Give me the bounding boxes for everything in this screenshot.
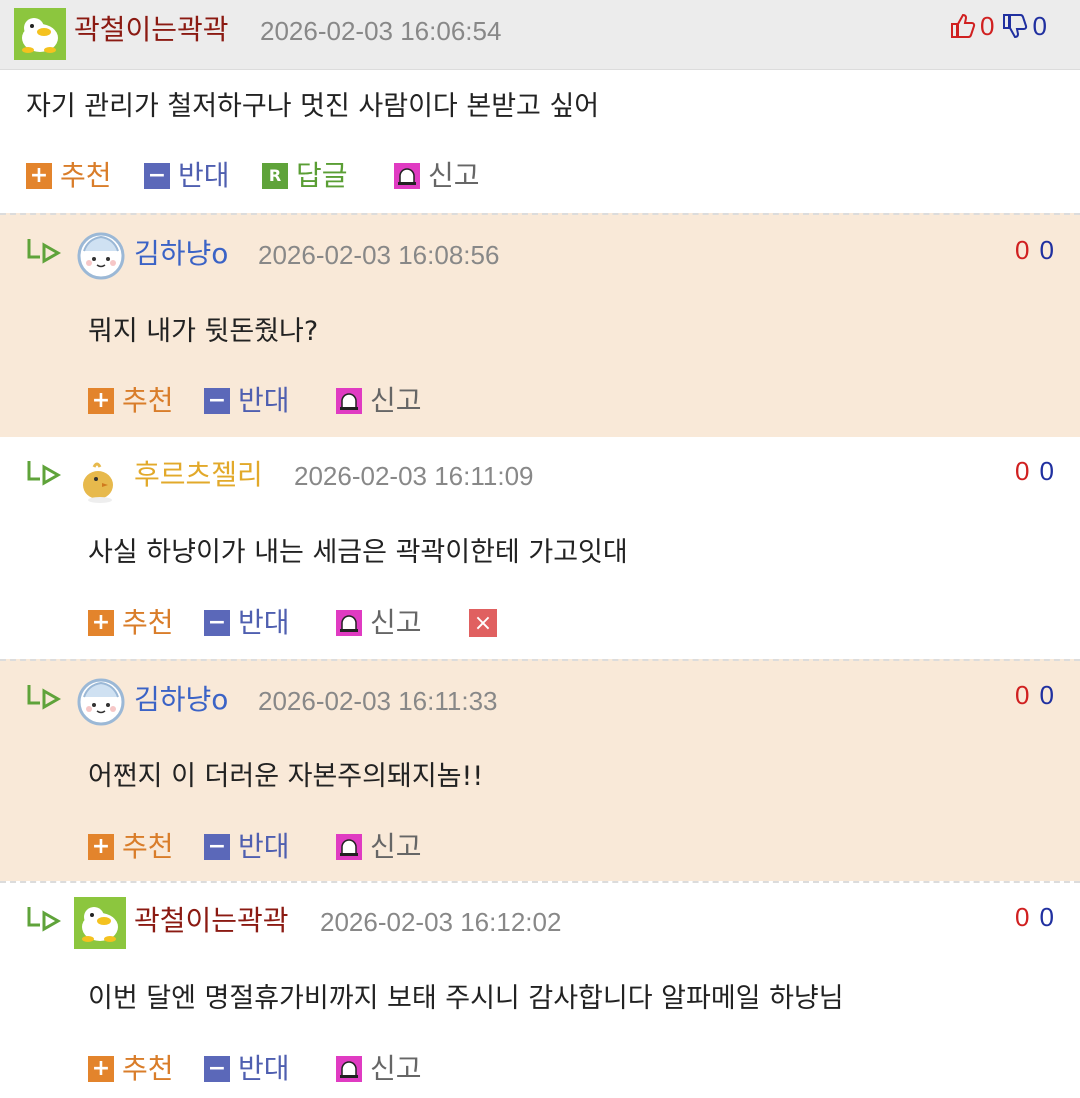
comment-4-votes: 00 bbox=[1015, 680, 1054, 710]
comment-2-date: 2026-02-03 16:08:56 bbox=[258, 240, 500, 270]
report-button[interactable]: 신고 bbox=[336, 827, 422, 867]
report-button[interactable]: 신고 bbox=[336, 603, 422, 643]
oppose-button[interactable]: − 반대 bbox=[204, 827, 290, 867]
siren-icon bbox=[336, 834, 362, 860]
plus-icon: + bbox=[26, 163, 52, 189]
siren-icon bbox=[336, 610, 362, 636]
siren-icon bbox=[394, 163, 420, 189]
comment-1-up-count: 0 bbox=[980, 11, 995, 41]
recommend-button[interactable]: + 추천 bbox=[88, 381, 174, 421]
comment-2-votes: 00 bbox=[1015, 235, 1054, 265]
oppose-button[interactable]: − 반대 bbox=[144, 156, 230, 196]
comment-3-votes: 00 bbox=[1015, 456, 1054, 486]
reply-arrow-icon bbox=[27, 685, 62, 710]
plus-icon: + bbox=[88, 610, 114, 636]
recommend-button[interactable]: + 추천 bbox=[88, 1049, 174, 1089]
cloud-face-avatar-icon[interactable] bbox=[76, 231, 126, 281]
siren-icon bbox=[336, 1056, 362, 1082]
recommend-button[interactable]: + 추천 bbox=[26, 156, 112, 196]
duck-avatar-icon[interactable] bbox=[74, 897, 126, 949]
minus-icon: − bbox=[144, 163, 170, 189]
comment-5-nickname[interactable]: 곽철이는곽곽 bbox=[134, 903, 289, 939]
chick-avatar-icon[interactable] bbox=[76, 455, 126, 505]
reply-comment: 곽철이는곽곽 2026-02-03 16:12:02 00 이번 달엔 명절휴가… bbox=[0, 881, 1080, 1098]
reply-icon: R bbox=[262, 163, 288, 189]
siren-icon bbox=[336, 388, 362, 414]
comment-4-body: 어쩐지 이 더러운 자본주의돼지놈!! bbox=[88, 761, 484, 792]
reply-arrow-icon bbox=[27, 239, 62, 264]
minus-icon: − bbox=[204, 610, 230, 636]
minus-icon: − bbox=[204, 388, 230, 414]
comment-2-nickname[interactable]: 김하냥o bbox=[134, 236, 228, 272]
minus-icon: − bbox=[204, 1056, 230, 1082]
minus-icon: − bbox=[204, 834, 230, 860]
comment-3-nickname[interactable]: 후르츠젤리 bbox=[134, 457, 263, 493]
cloud-face-avatar-icon[interactable] bbox=[76, 677, 126, 727]
reply-button[interactable]: R 답글 bbox=[262, 156, 348, 196]
comment-5-votes: 00 bbox=[1015, 902, 1054, 932]
comment-2-body: 뭐지 내가 뒷돈줬나? bbox=[88, 316, 319, 347]
report-button[interactable]: 신고 bbox=[394, 156, 480, 196]
comment-1-votes: 0 0 bbox=[948, 8, 1047, 44]
thumbs-down-icon[interactable] bbox=[1000, 12, 1028, 40]
comment-3-body: 사실 하냥이가 내는 세금은 곽곽이한테 가고잇대 bbox=[88, 537, 628, 568]
report-button[interactable]: 신고 bbox=[336, 381, 422, 421]
comment-4-nickname[interactable]: 김하냥o bbox=[134, 682, 228, 718]
comment-4-actions: + 추천 − 반대 신고 bbox=[88, 827, 508, 867]
comment-1-actions: + 추천 − 반대 R 답글 신고 bbox=[26, 156, 626, 196]
comment-3-date: 2026-02-03 16:11:09 bbox=[294, 461, 534, 491]
comment-5-actions: + 추천 − 반대 신고 bbox=[88, 1049, 508, 1089]
delete-button[interactable]: × bbox=[469, 609, 497, 637]
comment-3-actions: + 추천 − 반대 신고 × bbox=[88, 603, 528, 643]
comment-1-down-count: 0 bbox=[1032, 11, 1047, 41]
comment-1-date: 2026-02-03 16:06:54 bbox=[260, 16, 502, 46]
oppose-button[interactable]: − 반대 bbox=[204, 381, 290, 421]
reply-comment: 김하냥o 2026-02-03 16:08:56 00 뭐지 내가 뒷돈줬나? … bbox=[0, 213, 1080, 437]
reply-comment: 후르츠젤리 2026-02-03 16:11:09 00 사실 하냥이가 내는 … bbox=[0, 437, 1080, 659]
recommend-button[interactable]: + 추천 bbox=[88, 603, 174, 643]
plus-icon: + bbox=[88, 388, 114, 414]
comment-1-nickname[interactable]: 곽철이는곽곽 bbox=[74, 12, 229, 48]
comment-4-date: 2026-02-03 16:11:33 bbox=[258, 686, 498, 716]
plus-icon: + bbox=[88, 1056, 114, 1082]
oppose-button[interactable]: − 반대 bbox=[204, 603, 290, 643]
comment-2-actions: + 추천 − 반대 신고 bbox=[88, 381, 508, 421]
report-button[interactable]: 신고 bbox=[336, 1049, 422, 1089]
comment-1-body: 자기 관리가 철저하구나 멋진 사람이다 본받고 싶어 bbox=[26, 91, 600, 122]
comment-5-body: 이번 달엔 명절휴가비까지 보태 주시니 감사합니다 알파메일 하냥님 bbox=[88, 983, 844, 1014]
reply-arrow-icon bbox=[27, 461, 62, 486]
comment-5-date: 2026-02-03 16:12:02 bbox=[320, 907, 562, 937]
reply-arrow-icon bbox=[27, 907, 62, 932]
thumbs-up-icon[interactable] bbox=[948, 12, 976, 40]
duck-avatar-icon[interactable] bbox=[14, 8, 66, 60]
oppose-button[interactable]: − 반대 bbox=[204, 1049, 290, 1089]
plus-icon: + bbox=[88, 834, 114, 860]
reply-comment: 김하냥o 2026-02-03 16:11:33 00 어쩐지 이 더러운 자본… bbox=[0, 659, 1080, 881]
recommend-button[interactable]: + 추천 bbox=[88, 827, 174, 867]
